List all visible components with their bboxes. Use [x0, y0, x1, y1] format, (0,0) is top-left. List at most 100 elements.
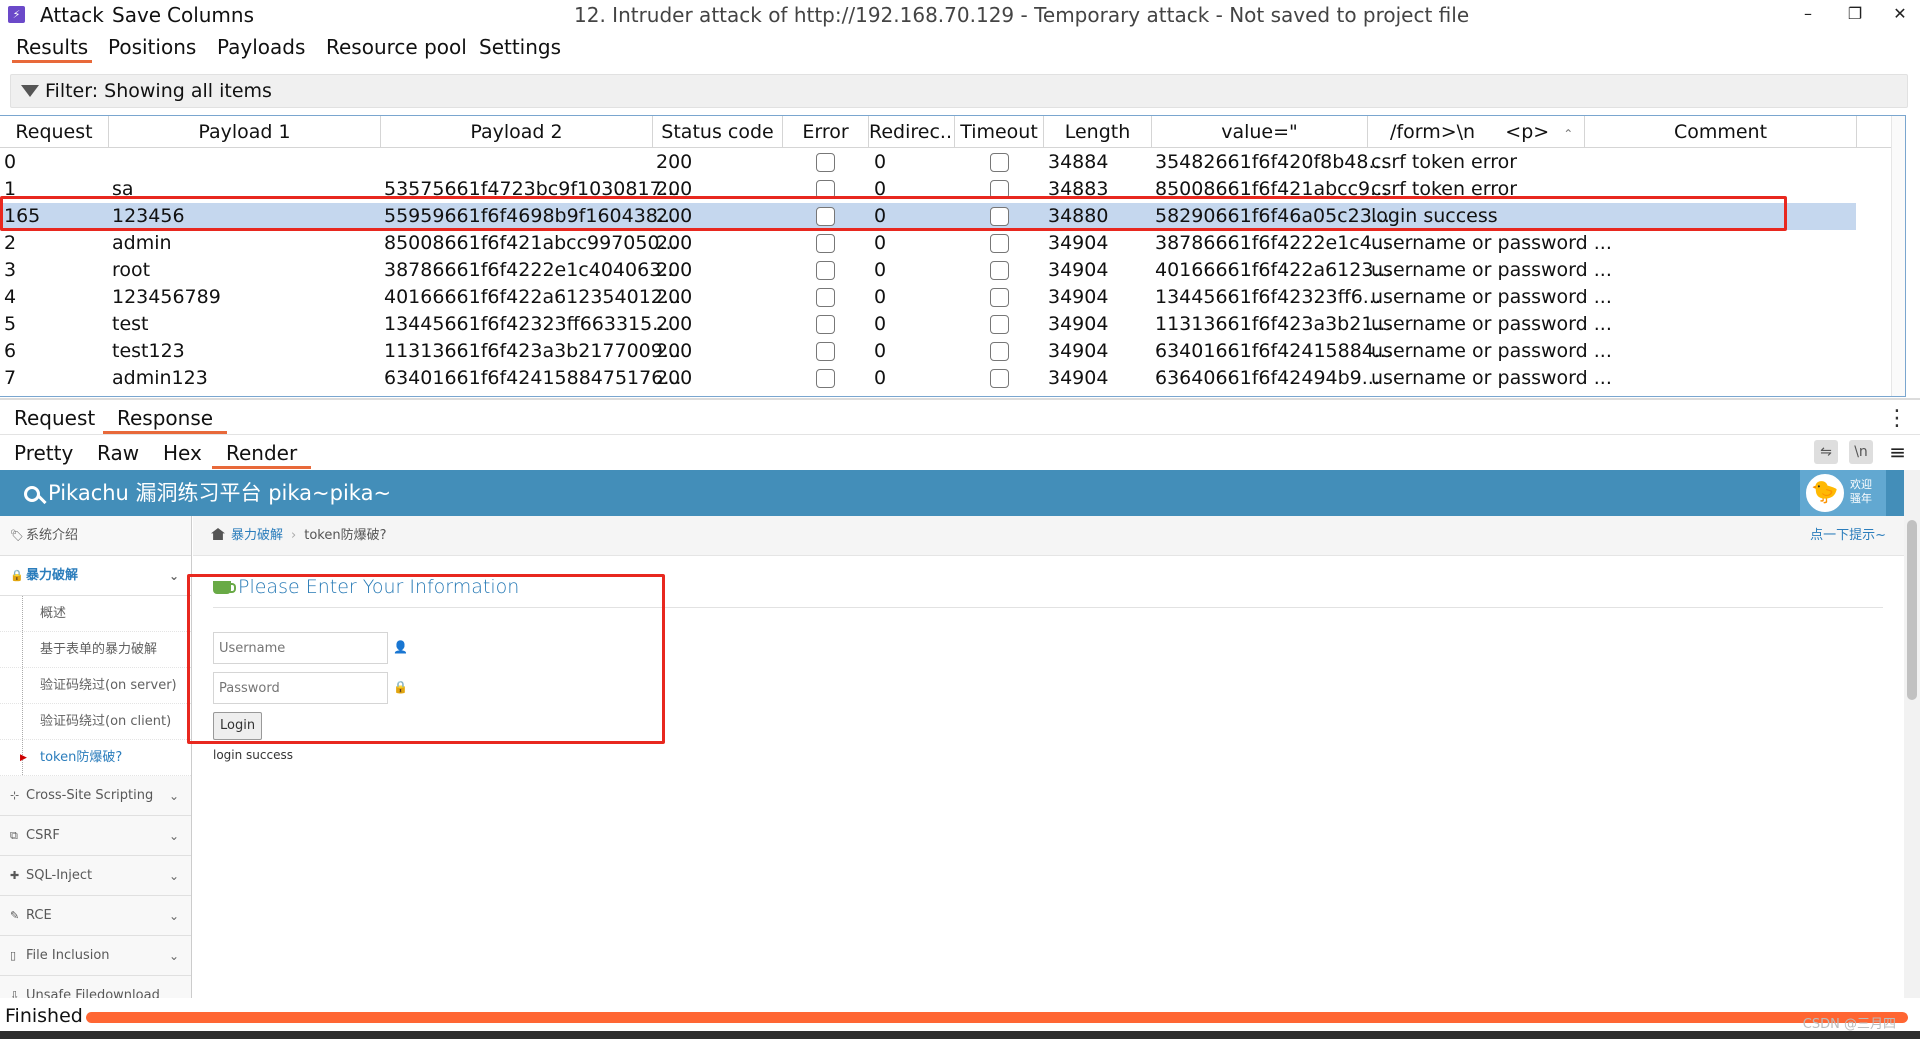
table-cell: username or password ... [1371, 367, 1612, 389]
tab-render[interactable]: Render [212, 438, 312, 469]
close-button[interactable]: ✕ [1885, 4, 1915, 23]
welcome-text: 欢迎 骚年 [1850, 478, 1872, 506]
pencil-icon: ✎ [10, 909, 20, 922]
tab-positions[interactable]: Positions [104, 31, 200, 63]
filter-label: Filter: Showing all items [45, 80, 272, 102]
column-header-comment[interactable]: Comment [1585, 116, 1857, 148]
render-scrollbar[interactable] [1904, 470, 1920, 998]
pikachu-sidebar: 🏷 系统介绍 🔒 暴力破解 ⌄ 概述 基于表单的暴力破解 验证码绕过(on serve… [0, 516, 192, 998]
table-row[interactable]: 5 test 13445661f6f42323ff663315... 200 0 3490… [0, 311, 1856, 338]
submenu-label: token防爆破? [40, 750, 123, 765]
table-cell: 6 [4, 340, 17, 362]
menu-save[interactable]: Save [112, 2, 161, 28]
submenu-captcha-server[interactable]: 验证码绕过(on server) [0, 668, 191, 704]
menu-columns[interactable]: Columns [167, 2, 254, 28]
table-row[interactable]: 4 123456789 40166661f6f422a612354012... 200… [0, 284, 1856, 311]
table-cell: 63401661f6f4241588475176... [384, 367, 682, 389]
table-row[interactable]: 0 200 0 34884 35482661f6f420f8b48... csrf tok… [0, 149, 1856, 176]
burp-app-icon: ⚡ [8, 6, 25, 23]
tab-settings[interactable]: Settings [475, 31, 565, 63]
table-cell: test [112, 313, 149, 335]
column-header-request[interactable]: Request [0, 116, 109, 148]
table-cell: 34904 [1048, 259, 1109, 281]
column-header-form-grep[interactable]: /form>\n <p> ⌃ [1368, 116, 1585, 148]
column-header-timeout[interactable]: Timeout [955, 116, 1044, 148]
table-cell: 34904 [1048, 340, 1109, 362]
submenu-form-brute-force[interactable]: 基于表单的暴力破解 [0, 632, 191, 668]
tab-request[interactable]: Request [0, 403, 109, 434]
column-header-value-grep[interactable]: value=" [1152, 116, 1368, 148]
row-checkbox [816, 315, 835, 334]
login-result-message: login success [213, 748, 293, 762]
submenu-captcha-client[interactable]: 验证码绕过(on client) [0, 704, 191, 740]
column-header-error[interactable]: Error [783, 116, 869, 148]
avatar: 🐤 [1806, 474, 1844, 512]
login-form-highlight-box [187, 574, 665, 744]
submenu-label: 验证码绕过(on client) [40, 714, 172, 729]
tab-hex[interactable]: Hex [149, 438, 216, 469]
success-row-highlight-box [0, 196, 1787, 231]
download-icon: ⇩ [10, 989, 20, 998]
tab-resource-pool[interactable]: Resource pool [322, 31, 471, 63]
sidebar-item-file-inclusion[interactable]: ▯ File Inclusion ⌄ [0, 936, 191, 976]
maximize-button[interactable]: ❐ [1840, 4, 1870, 23]
table-row[interactable]: 7 admin123 63401661f6f4241588475176... 200 0… [0, 365, 1856, 392]
sidebar-item-sql-inject[interactable]: ✚ SQL-Inject ⌄ [0, 856, 191, 896]
hint-link[interactable]: 点一下提示~ [1810, 516, 1886, 556]
row-checkbox [990, 342, 1009, 361]
row-checkbox [990, 369, 1009, 388]
sidebar-item-xss[interactable]: ⊹ Cross-Site Scripting ⌄ [0, 776, 191, 816]
more-options-icon[interactable]: ⋮ [1886, 407, 1908, 431]
table-cell: 13445661f6f42323ff663315... [384, 313, 671, 335]
caret-right-icon: ▶ [20, 753, 27, 763]
tab-raw[interactable]: Raw [83, 438, 153, 469]
table-cell: 11313661f6f423a3b21... [1155, 313, 1392, 335]
breadcrumb: 暴力破解 › token防爆破? 点一下提示~ [193, 516, 1904, 556]
submenu-overview[interactable]: 概述 [0, 596, 191, 632]
sidebar-item-rce[interactable]: ✎ RCE ⌄ [0, 896, 191, 936]
tab-response[interactable]: Response [103, 403, 228, 434]
column-header-payload-1[interactable]: Payload 1 [109, 116, 381, 148]
user-menu[interactable]: 🐤 欢迎 骚年 [1800, 470, 1886, 516]
title-bar: ⚡ Attack Save Columns 12. Intruder attac… [0, 0, 1920, 30]
breadcrumb-link-brute-force[interactable]: 暴力破解 [231, 528, 283, 543]
column-header-redirects[interactable]: Redirec... [869, 116, 955, 148]
sitemap-icon: ⊹ [10, 789, 20, 802]
tab-payloads[interactable]: Payloads [213, 31, 309, 63]
tree-line [22, 596, 23, 631]
home-icon[interactable] [211, 528, 225, 540]
submenu-token-brute-force[interactable]: ▶ token防爆破? [0, 740, 191, 776]
column-header-status-code[interactable]: Status code [653, 116, 783, 148]
table-cell: username or password ... [1371, 259, 1612, 281]
sidebar-item-brute-force[interactable]: 🔒 暴力破解 ⌄ [0, 556, 191, 596]
scrollbar-thumb[interactable] [1907, 520, 1917, 700]
file-icon: ▯ [10, 949, 17, 962]
table-cell: 200 [656, 340, 693, 362]
pikachu-header: Pikachu 漏洞练习平台 pika~pika~ 🐤 欢迎 骚年 [0, 470, 1904, 516]
table-row[interactable]: 6 test123 11313661f6f423a3b2177009... 200 0 3… [0, 338, 1856, 365]
table-cell: 4 [4, 286, 17, 308]
minimize-button[interactable]: – [1793, 4, 1823, 23]
tab-results[interactable]: Results [12, 31, 93, 63]
row-checkbox [816, 288, 835, 307]
external-link-icon: ⧉ [10, 829, 18, 842]
row-checkbox [990, 315, 1009, 334]
filter-bar[interactable]: Filter: Showing all items [10, 74, 1908, 108]
word-wrap-icon[interactable]: ⇋ [1814, 440, 1838, 464]
table-row[interactable]: 2 admin 85008661f6f421abcc997050... 200 0 349… [0, 230, 1856, 257]
sidebar-item-csrf[interactable]: ⧉ CSRF ⌄ [0, 816, 191, 856]
tab-pretty[interactable]: Pretty [0, 438, 87, 469]
table-cell: test123 [112, 340, 185, 362]
column-header-length[interactable]: Length [1044, 116, 1152, 148]
split-divider[interactable] [0, 398, 1920, 400]
menu-attack[interactable]: Attack [40, 2, 104, 28]
results-scrollbar[interactable] [1891, 116, 1905, 396]
sidebar-item-unsafe-filedownload[interactable]: ⇩ Unsafe Filedownload [0, 976, 191, 998]
column-header-payload-2[interactable]: Payload 2 [381, 116, 653, 148]
sidebar-item-intro[interactable]: 🏷 系统介绍 [0, 516, 191, 556]
welcome-line-1: 欢迎 [1850, 478, 1872, 491]
table-row[interactable]: 3 root 38786661f6f4222e1c404063... 200 0 3490… [0, 257, 1856, 284]
show-newlines-icon[interactable]: \n [1849, 440, 1873, 464]
menu-icon[interactable]: ≡ [1889, 442, 1906, 462]
pikachu-brand[interactable]: Pikachu 漏洞练习平台 pika~pika~ [24, 470, 391, 516]
